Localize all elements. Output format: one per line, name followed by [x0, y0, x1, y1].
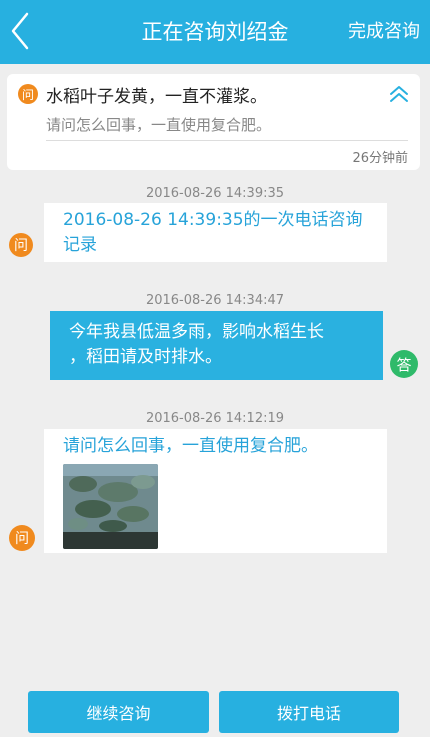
chevron-left-icon	[11, 12, 29, 50]
question-time-ago: 26分钟前	[352, 151, 408, 166]
message-text-line: ，稻田请及时排水。	[69, 347, 222, 367]
message-bubble-answer[interactable]: 今年我县低温多雨，影响水稻生长 ，稻田请及时排水。	[50, 311, 383, 380]
finish-consult-button[interactable]: 完成咨询	[348, 0, 420, 64]
message-text: 请问怎么回事，一直使用复合肥。	[63, 436, 318, 456]
continue-consult-button[interactable]: 继续咨询	[28, 691, 209, 733]
back-button[interactable]	[8, 10, 32, 52]
message-text: 2016-08-26 14:39:35的一次电话咨询记录	[63, 210, 363, 255]
divider	[46, 140, 408, 141]
question-avatar-badge: 问	[9, 525, 35, 551]
question-avatar-badge: 问	[9, 233, 33, 257]
double-chevron-up-icon	[390, 86, 408, 102]
question-card: 问 水稻叶子发黄，一直不灌浆。 请问怎么回事，一直使用复合肥。 26分钟前	[7, 74, 420, 170]
question-title: 水稻叶子发黄，一直不灌浆。	[46, 87, 267, 107]
rice-leaf-photo	[63, 464, 158, 549]
answer-avatar-badge: 答	[390, 350, 418, 378]
message-timestamp: 2016-08-26 14:34:47	[145, 293, 285, 308]
attached-photo[interactable]	[63, 464, 158, 549]
message-bubble-question[interactable]: 2016-08-26 14:39:35的一次电话咨询记录	[44, 203, 387, 262]
collapse-button[interactable]	[389, 84, 409, 104]
message-text-line: 今年我县低温多雨，影响水稻生长	[69, 322, 324, 342]
message-timestamp: 2016-08-26 14:12:19	[145, 411, 285, 426]
message-timestamp: 2016-08-26 14:39:35	[145, 186, 285, 201]
question-description: 请问怎么回事，一直使用复合肥。	[46, 116, 272, 134]
question-badge: 问	[18, 84, 38, 104]
call-phone-button[interactable]: 拨打电话	[219, 691, 399, 733]
app-header: 正在咨询刘绍金 完成咨询	[0, 0, 430, 64]
